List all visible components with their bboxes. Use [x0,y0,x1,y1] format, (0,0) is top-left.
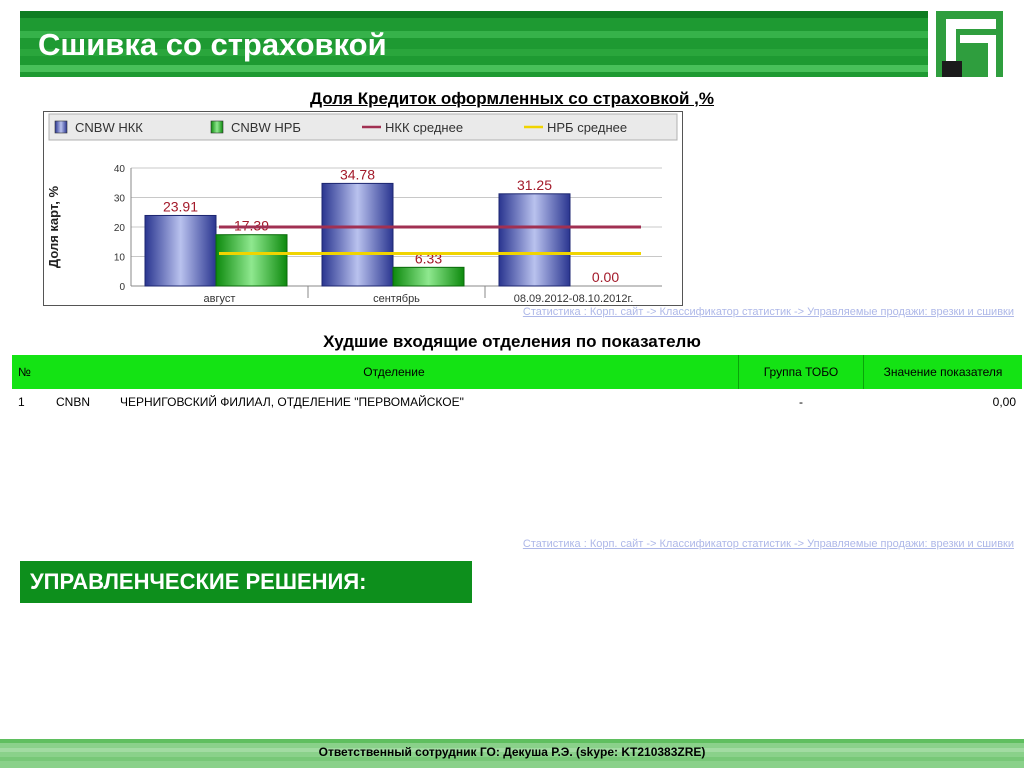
bank-logo-icon [936,11,1003,77]
data-label: 0.00 [592,269,619,285]
x-tick-label: 08.09.2012-08.10.2012г. [514,293,634,305]
worst-table-title: Худшие входящие отделения по показателю [323,332,701,351]
data-label: 31.25 [517,177,552,193]
source-link[interactable]: Статистика : Корп. сайт -> Классификатор… [523,538,1014,550]
x-tick-label: сентябрь [373,293,420,305]
y-tick-label: 0 [119,282,125,293]
chart-title: Доля Кредиток оформленных со страховкой … [309,89,715,108]
x-tick-label: август [204,293,236,305]
y-tick-label: 30 [114,194,126,205]
legend-label: НКК среднее [385,120,463,135]
row-code: CNBN [56,395,91,409]
y-tick-label: 40 [114,164,126,175]
row-group: - [799,395,803,409]
table-row[interactable]: 1 CNBN ЧЕРНИГОВСКИЙ ФИЛИАЛ, ОТДЕЛЕНИЕ "П… [12,389,1022,433]
management-decisions-heading: УПРАВЛЕНЧЕСКИЕ РЕШЕНИЯ: [20,561,472,603]
bar-chart: CNBW НКК CNBW НРБ НКК среднее НРБ среднее 0… [43,111,683,306]
legend-label: CNBW НРБ [231,120,301,135]
bar [144,214,217,287]
row-value: 0,00 [992,395,1016,409]
header-stripe [20,65,928,72]
header-banner: Сшивка со страховкой [20,11,928,77]
header-branch: Отделение [50,355,739,389]
page-title: Сшивка со страховкой [38,27,387,62]
data-label: 34.78 [340,166,375,182]
footer-bar: Ответственный сотрудник ГО: Декуша Р.Э. … [0,739,1024,768]
legend-swatch [54,120,68,134]
bar [498,193,571,287]
y-tick-label: 20 [114,223,126,234]
chart-legend: CNBW НКК CNBW НРБ НКК среднее НРБ среднее [48,113,678,141]
source-link[interactable]: Статистика : Корп. сайт -> Классификатор… [523,306,1014,318]
chart-container: CNBW НКК CNBW НРБ НКК среднее НРБ среднее 0… [43,111,683,312]
legend-label: НРБ среднее [547,120,627,135]
y-tick-label: 10 [114,253,126,264]
header-number: № [12,355,50,389]
worst-branches-table: № Отделение Группа ТОБО Значение показат… [12,355,1022,433]
bar [392,266,465,287]
data-label: 23.91 [163,198,198,214]
legend-label: CNBW НКК [75,120,143,135]
y-axis-label: Доля карт, % [46,185,61,268]
row-number: 1 [18,395,25,409]
header-group: Группа ТОБО [738,355,864,389]
bar [215,234,288,287]
header-value: Значение показателя [863,355,1022,389]
row-branch: ЧЕРНИГОВСКИЙ ФИЛИАЛ, ОТДЕЛЕНИЕ "ПЕРВОМАЙ… [120,395,464,409]
legend-swatch [210,120,224,134]
header-stripe [20,11,928,18]
footer-text: Ответственный сотрудник ГО: Декуша Р.Э. … [318,745,706,759]
table-header-row: № Отделение Группа ТОБО Значение показат… [12,355,1022,389]
bar [321,182,394,287]
